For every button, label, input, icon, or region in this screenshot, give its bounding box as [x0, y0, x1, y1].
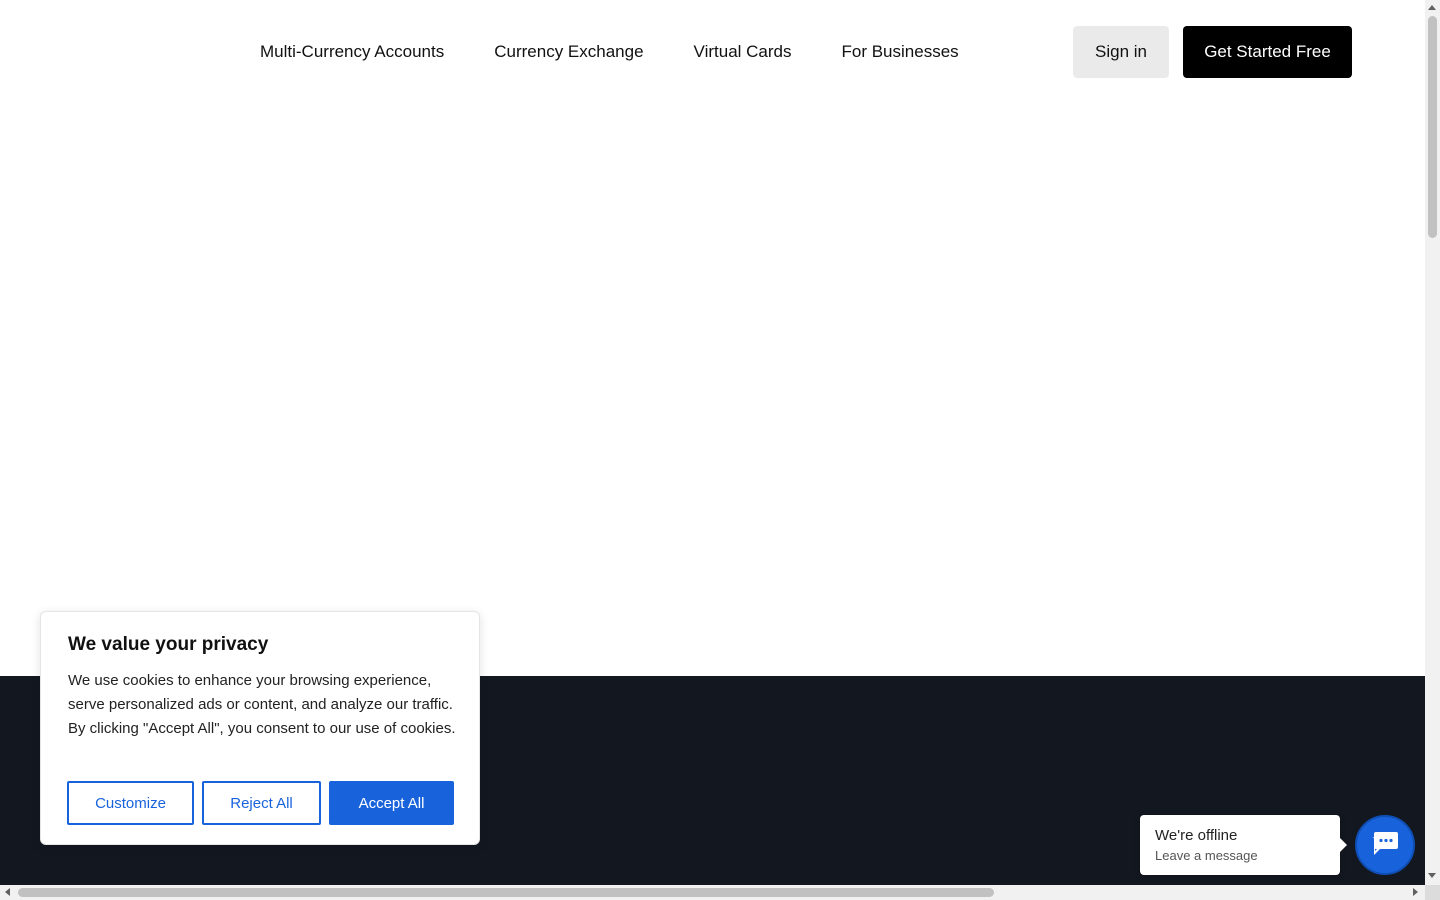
chat-icon — [1369, 828, 1401, 863]
site-header: Multi-Currency Accounts Currency Exchang… — [0, 0, 1425, 104]
chat-launcher-button[interactable] — [1355, 815, 1415, 875]
cookie-consent-banner: We value your privacy We use cookies to … — [40, 611, 480, 845]
scroll-right-arrow-icon[interactable] — [1413, 888, 1418, 896]
scroll-down-arrow-icon[interactable] — [1428, 873, 1436, 878]
accept-all-button[interactable]: Accept All — [329, 781, 454, 825]
scrollbar-corner — [1425, 885, 1440, 900]
get-started-button[interactable]: Get Started Free — [1183, 26, 1352, 78]
reject-all-button[interactable]: Reject All — [202, 781, 321, 825]
nav-virtual-cards[interactable]: Virtual Cards — [694, 40, 792, 64]
customize-button[interactable]: Customize — [67, 781, 194, 825]
horizontal-scrollbar[interactable] — [0, 885, 1425, 900]
chat-status-text: We're offline — [1155, 827, 1238, 844]
cookie-title: We value your privacy — [68, 634, 269, 655]
vertical-scrollbar[interactable] — [1425, 0, 1440, 885]
nav-currency-exchange[interactable]: Currency Exchange — [494, 40, 643, 64]
horizontal-scroll-thumb[interactable] — [18, 888, 994, 897]
sign-in-button[interactable]: Sign in — [1073, 26, 1169, 78]
nav-multi-currency-accounts[interactable]: Multi-Currency Accounts — [260, 40, 444, 64]
scroll-up-arrow-icon[interactable] — [1428, 5, 1436, 10]
chat-leave-message-text: Leave a message — [1155, 848, 1258, 863]
vertical-scroll-thumb[interactable] — [1428, 16, 1437, 238]
nav-for-businesses[interactable]: For Businesses — [842, 40, 959, 64]
scroll-left-arrow-icon[interactable] — [5, 888, 10, 896]
main-nav: Multi-Currency Accounts Currency Exchang… — [260, 40, 1009, 64]
chat-status-bubble[interactable]: We're offline Leave a message — [1140, 815, 1347, 875]
page: Multi-Currency Accounts Currency Exchang… — [0, 0, 1425, 885]
cookie-description: We use cookies to enhance your browsing … — [68, 672, 456, 737]
